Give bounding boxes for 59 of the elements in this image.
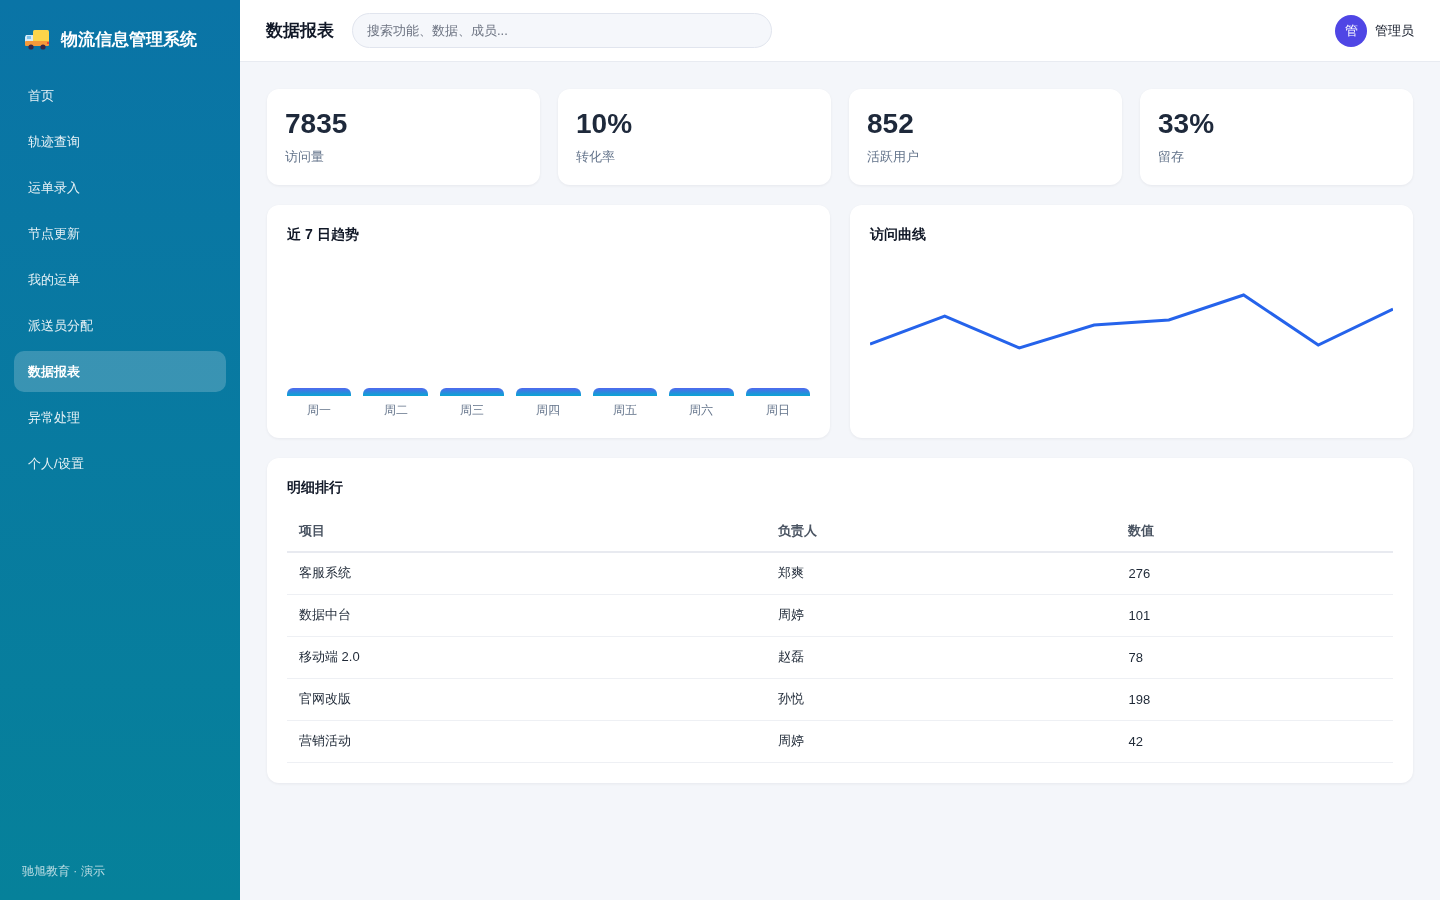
- sidebar-item[interactable]: 我的运单: [14, 259, 226, 300]
- stat-label: 留存: [1158, 148, 1185, 166]
- stat-label: 活跃用户: [867, 148, 920, 166]
- stat-value: 33%: [1158, 107, 1216, 141]
- truck-icon: [25, 30, 49, 50]
- table-cell: 营销活动: [287, 720, 766, 762]
- table-cell: 数据中台: [287, 594, 766, 636]
- table-cell: 郑爽: [765, 552, 1117, 594]
- sidebar-item[interactable]: 运单录入: [14, 167, 226, 208]
- user-name: 管理员: [1375, 21, 1414, 40]
- axis-label: 周四: [536, 402, 561, 418]
- user-avatar[interactable]: 管: [1335, 14, 1367, 47]
- axis-label: 周五: [612, 402, 637, 418]
- stat-value: 7835: [285, 107, 349, 141]
- card-title: 近 7 日趋势: [287, 225, 360, 243]
- column-header: 项目: [287, 510, 766, 552]
- chart-bar: [516, 388, 581, 396]
- sidebar-item[interactable]: 轨迹查询: [14, 121, 226, 162]
- sidebar-item[interactable]: 节点更新: [14, 213, 226, 254]
- table-cell: 赵磊: [765, 636, 1117, 678]
- table-cell: 42: [1116, 720, 1393, 762]
- page-title: 数据报表: [266, 20, 334, 42]
- table-cell: 周婷: [765, 720, 1117, 762]
- chart-bar: [439, 388, 505, 396]
- stat-value: 852: [867, 107, 915, 141]
- axis-label: 周三: [460, 402, 485, 418]
- table-cell: 孙悦: [765, 678, 1117, 720]
- axis-label: 周一: [307, 402, 332, 418]
- axis-label: 周六: [689, 402, 714, 418]
- card-title: 访问曲线: [870, 225, 927, 243]
- chart-bar: [592, 388, 658, 396]
- card-title: 明细排行: [287, 478, 344, 496]
- axis-label: 周日: [765, 402, 790, 418]
- column-header: 负责人: [765, 510, 1117, 552]
- table-cell: 198: [1116, 678, 1393, 720]
- table-cell: 移动端 2.0: [287, 636, 766, 678]
- column-header: 数值: [1116, 510, 1393, 552]
- chart-bar: [669, 388, 734, 396]
- axis-label: 周二: [383, 402, 408, 418]
- sidebar-item[interactable]: 个人/设置: [14, 443, 226, 484]
- stat-label: 访问量: [285, 148, 325, 166]
- table-cell: 78: [1116, 636, 1393, 678]
- table-cell: 客服系统: [287, 552, 766, 594]
- stat-label: 转化率: [576, 148, 616, 166]
- table-cell: 276: [1116, 552, 1393, 594]
- sidebar-footer: 驰旭教育 · 演示: [14, 863, 226, 900]
- sidebar-item[interactable]: 派送员分配: [14, 305, 226, 346]
- sidebar-item[interactable]: 首页: [14, 75, 226, 116]
- chart-bar: [745, 388, 810, 396]
- table-cell: 周婷: [765, 594, 1117, 636]
- table-cell: 101: [1116, 594, 1393, 636]
- chart-bar: [363, 388, 428, 396]
- brand-title: 物流信息管理系统: [61, 29, 197, 51]
- chart-bar: [287, 388, 352, 396]
- search-field[interactable]: 搜索功能、数据、成员...: [352, 13, 772, 48]
- table-cell: 官网改版: [287, 678, 766, 720]
- stat-value: 10%: [576, 107, 634, 141]
- sidebar-item[interactable]: 异常处理: [14, 397, 226, 438]
- sidebar-item[interactable]: 数据报表: [14, 351, 226, 392]
